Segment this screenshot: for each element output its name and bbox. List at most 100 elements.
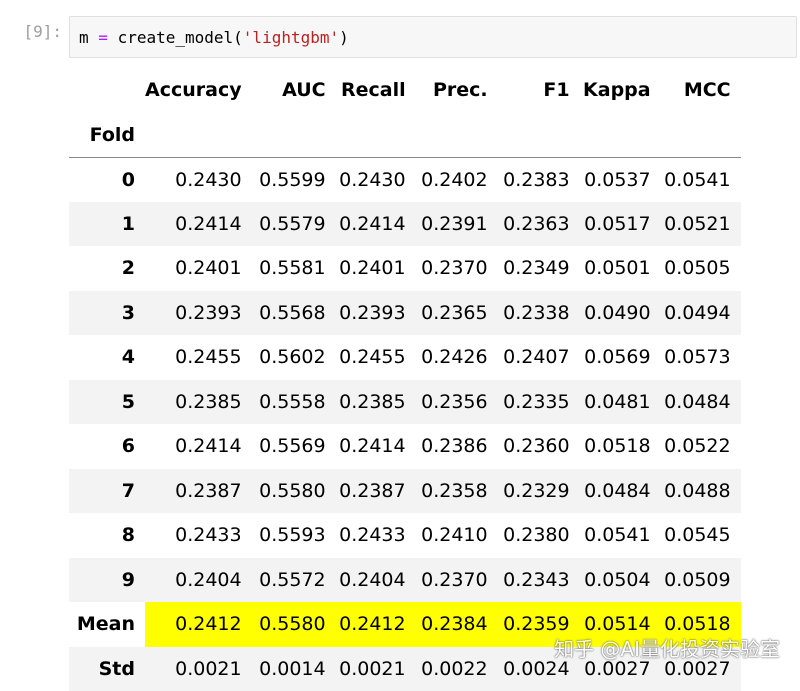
table-cell: 0.0484 — [661, 380, 741, 425]
table-row: 40.24550.56020.24550.24260.24070.05690.0… — [69, 335, 741, 380]
row-label: 6 — [69, 424, 145, 469]
table-cell: 0.5581 — [252, 246, 336, 291]
table-cell: 0.5558 — [252, 380, 336, 425]
table-cell: 0.2401 — [336, 246, 416, 291]
table-cell: 0.2455 — [336, 335, 416, 380]
table-row: 60.24140.55690.24140.23860.23600.05180.0… — [69, 424, 741, 469]
table-cell: 0.2358 — [416, 469, 498, 514]
table-cell: 0.2430 — [145, 157, 252, 202]
table-cell: 0.2410 — [416, 513, 498, 558]
table-cell: 0.2414 — [145, 202, 252, 247]
index-header-row: Fold — [69, 113, 741, 158]
code-operator: = — [98, 28, 108, 47]
table-cell: 0.2385 — [145, 380, 252, 425]
table-cell: 0.0521 — [661, 202, 741, 247]
table-row: 30.23930.55680.23930.23650.23380.04900.0… — [69, 291, 741, 336]
table-cell: 0.2356 — [416, 380, 498, 425]
table-cell: 0.0541 — [580, 513, 661, 558]
table-cell: 0.2433 — [145, 513, 252, 558]
table-cell: 0.0545 — [661, 513, 741, 558]
table-cell: 0.2433 — [336, 513, 416, 558]
table-cell: 0.5569 — [252, 424, 336, 469]
column-header-row: Accuracy AUC Recall Prec. F1 Kappa MCC — [69, 68, 741, 113]
table-cell: 0.0518 — [580, 424, 661, 469]
table-cell: 0.2370 — [416, 558, 498, 603]
table-cell: 0.2393 — [336, 291, 416, 336]
table-cell: 0.2383 — [498, 157, 580, 202]
row-label: 2 — [69, 246, 145, 291]
table-cell: 0.2343 — [498, 558, 580, 603]
table-cell: 0.2370 — [416, 246, 498, 291]
row-label: 5 — [69, 380, 145, 425]
table-cell: 0.0569 — [580, 335, 661, 380]
index-name: Fold — [69, 113, 145, 158]
table-cell: 0.5568 — [252, 291, 336, 336]
table-cell: 0.5579 — [252, 202, 336, 247]
table-row: 10.24140.55790.24140.23910.23630.05170.0… — [69, 202, 741, 247]
table-cell: 0.0517 — [580, 202, 661, 247]
col-header-prec: Prec. — [416, 68, 498, 113]
code-function: create_model( — [118, 28, 243, 47]
table-row: 50.23850.55580.23850.23560.23350.04810.0… — [69, 380, 741, 425]
table-cell: 0.2430 — [336, 157, 416, 202]
table-cell: 0.5599 — [252, 157, 336, 202]
table-cell: 0.0481 — [580, 380, 661, 425]
results-table: Accuracy AUC Recall Prec. F1 Kappa MCC F… — [69, 68, 741, 691]
code-close-paren: ) — [339, 28, 349, 47]
table-cell: 0.0501 — [580, 246, 661, 291]
table-cell: 0.2349 — [498, 246, 580, 291]
table-cell: 0.0573 — [661, 335, 741, 380]
table-cell: 0.2386 — [416, 424, 498, 469]
table-cell: 0.5593 — [252, 513, 336, 558]
row-label: Mean — [69, 602, 145, 647]
table-cell: 0.0021 — [336, 647, 416, 691]
table-cell: 0.0522 — [661, 424, 741, 469]
row-label: 3 — [69, 291, 145, 336]
table-cell: 0.2360 — [498, 424, 580, 469]
table-cell: 0.0541 — [661, 157, 741, 202]
cell-prompt: [9]: — [0, 22, 62, 41]
code-input[interactable]: m = create_model('lightgbm') — [69, 16, 797, 58]
table-cell: 0.2414 — [336, 202, 416, 247]
table-cell: 0.2404 — [145, 558, 252, 603]
code-string-arg: 'lightgbm' — [243, 28, 339, 47]
table-cell: 0.5602 — [252, 335, 336, 380]
table-cell: 0.2407 — [498, 335, 580, 380]
col-header-f1: F1 — [498, 68, 580, 113]
table-cell: 0.0504 — [580, 558, 661, 603]
table-cell: 0.2380 — [498, 513, 580, 558]
table-cell: 0.0505 — [661, 246, 741, 291]
table-cell: 0.0509 — [661, 558, 741, 603]
table-row: 20.24010.55810.24010.23700.23490.05010.0… — [69, 246, 741, 291]
table-cell: 0.0484 — [580, 469, 661, 514]
col-header-accuracy: Accuracy — [145, 68, 252, 113]
table-cell: 0.2414 — [336, 424, 416, 469]
table-cell: 0.0022 — [416, 647, 498, 691]
table-cell: 0.2387 — [336, 469, 416, 514]
table-cell: 0.0021 — [145, 647, 252, 691]
table-cell: 0.0494 — [661, 291, 741, 336]
table-cell: 0.5580 — [252, 602, 336, 647]
table-cell: 0.2385 — [336, 380, 416, 425]
row-label: 8 — [69, 513, 145, 558]
table-row: 80.24330.55930.24330.24100.23800.05410.0… — [69, 513, 741, 558]
table-cell: 0.0537 — [580, 157, 661, 202]
table-cell: 0.2402 — [416, 157, 498, 202]
table-cell: 0.5580 — [252, 469, 336, 514]
table-cell: 0.2412 — [145, 602, 252, 647]
col-header-auc: AUC — [252, 68, 336, 113]
table-row: 90.24040.55720.24040.23700.23430.05040.0… — [69, 558, 741, 603]
row-label: 7 — [69, 469, 145, 514]
row-label: 1 — [69, 202, 145, 247]
table-cell: 0.2363 — [498, 202, 580, 247]
watermark: 知乎 @AI量化投资实验室 — [554, 633, 780, 662]
table-cell: 0.2401 — [145, 246, 252, 291]
table-cell: 0.2384 — [416, 602, 498, 647]
col-header-recall: Recall — [336, 68, 416, 113]
table-cell: 0.2426 — [416, 335, 498, 380]
row-label: 4 — [69, 335, 145, 380]
table-cell: 0.2412 — [336, 602, 416, 647]
table-cell: 0.0014 — [252, 647, 336, 691]
table-cell: 0.2338 — [498, 291, 580, 336]
col-header-mcc: MCC — [661, 68, 741, 113]
